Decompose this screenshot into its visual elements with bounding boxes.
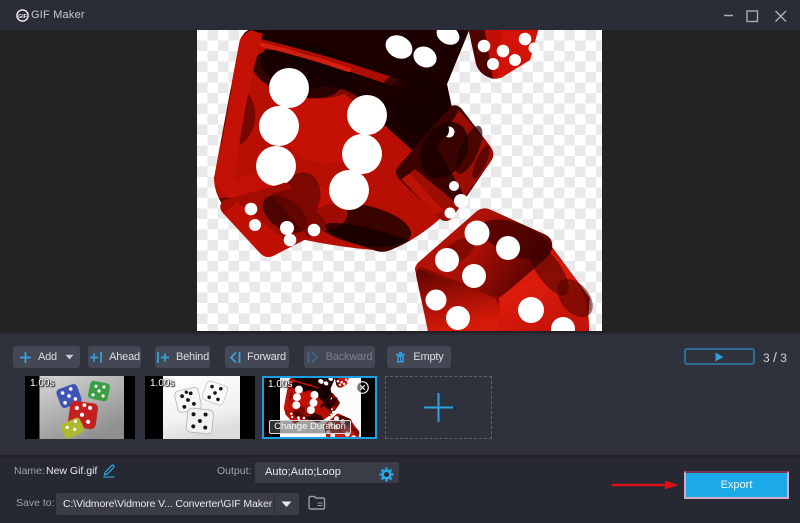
svg-text:GIF: GIF [18, 14, 27, 20]
